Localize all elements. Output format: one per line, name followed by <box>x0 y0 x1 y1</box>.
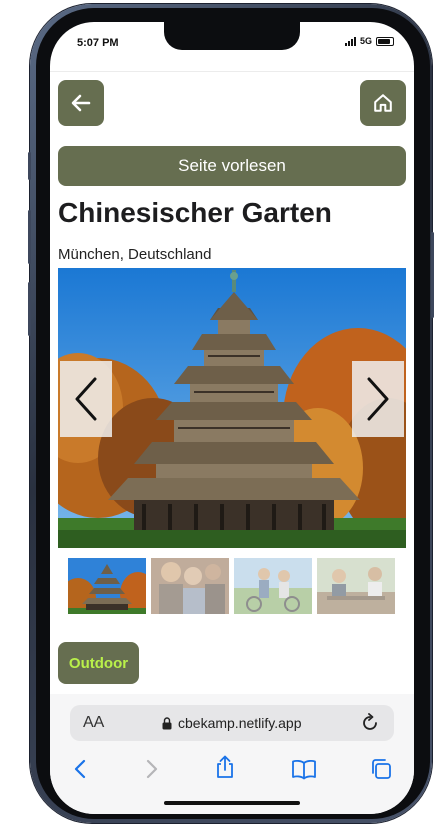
chevron-left-icon <box>75 377 97 421</box>
lock-icon <box>162 716 172 729</box>
notch <box>164 22 300 50</box>
carousel-prev-button[interactable] <box>60 361 112 437</box>
battery-icon <box>376 36 394 46</box>
thumbnail-1[interactable] <box>68 558 146 614</box>
browser-bookmarks-button[interactable] <box>291 758 317 785</box>
network-type: 5G <box>359 36 372 46</box>
reload-button[interactable] <box>360 713 380 738</box>
back-icon <box>74 759 86 779</box>
read-aloud-button[interactable]: Seite vorlesen <box>58 146 406 186</box>
tower-thumbnail <box>68 558 146 614</box>
biergarten-thumbnail <box>317 558 395 614</box>
share-icon <box>217 755 233 778</box>
power-button <box>431 232 434 318</box>
url-display[interactable]: cbekamp.netlify.app <box>162 715 301 731</box>
thumbnail-3[interactable] <box>234 558 312 614</box>
home-icon <box>374 94 392 112</box>
bikes-thumbnail <box>234 558 312 614</box>
screen: 5:07 PM 5G Seite vorlesen Chinesischer G… <box>50 22 414 814</box>
home-button[interactable] <box>360 80 406 126</box>
volume-down-button <box>28 282 31 336</box>
status-indicators: 5G <box>344 36 394 46</box>
bookmarks-icon <box>292 759 316 780</box>
page-title: Chinesischer Garten <box>58 197 332 228</box>
reload-icon <box>363 713 377 730</box>
home-indicator <box>164 801 300 805</box>
arrow-left-icon <box>71 94 91 112</box>
browser-tabs-button[interactable] <box>370 758 392 785</box>
browser-share-button[interactable] <box>214 755 236 784</box>
status-divider <box>50 71 414 72</box>
back-button[interactable] <box>58 80 104 126</box>
carousel-next-button[interactable] <box>352 361 404 437</box>
text-size-label: AA <box>83 714 105 731</box>
signal-icon <box>344 36 356 46</box>
tabs-icon <box>372 759 391 779</box>
category-tag[interactable]: Outdoor <box>58 642 139 684</box>
people-thumbnail <box>151 558 229 614</box>
browser-forward-button[interactable] <box>144 758 160 785</box>
thumbnail-4[interactable] <box>317 558 395 614</box>
browser-back-button[interactable] <box>72 758 88 785</box>
mute-switch <box>28 152 31 180</box>
status-time: 5:07 PM <box>77 37 119 49</box>
chevron-right-icon <box>367 377 389 421</box>
forward-icon <box>146 759 158 779</box>
url-text: cbekamp.netlify.app <box>178 715 302 731</box>
text-size-button[interactable]: AA <box>83 714 104 732</box>
location-label: München, Deutschland <box>58 246 212 263</box>
volume-up-button <box>28 210 31 264</box>
thumbnail-2[interactable] <box>151 558 229 614</box>
